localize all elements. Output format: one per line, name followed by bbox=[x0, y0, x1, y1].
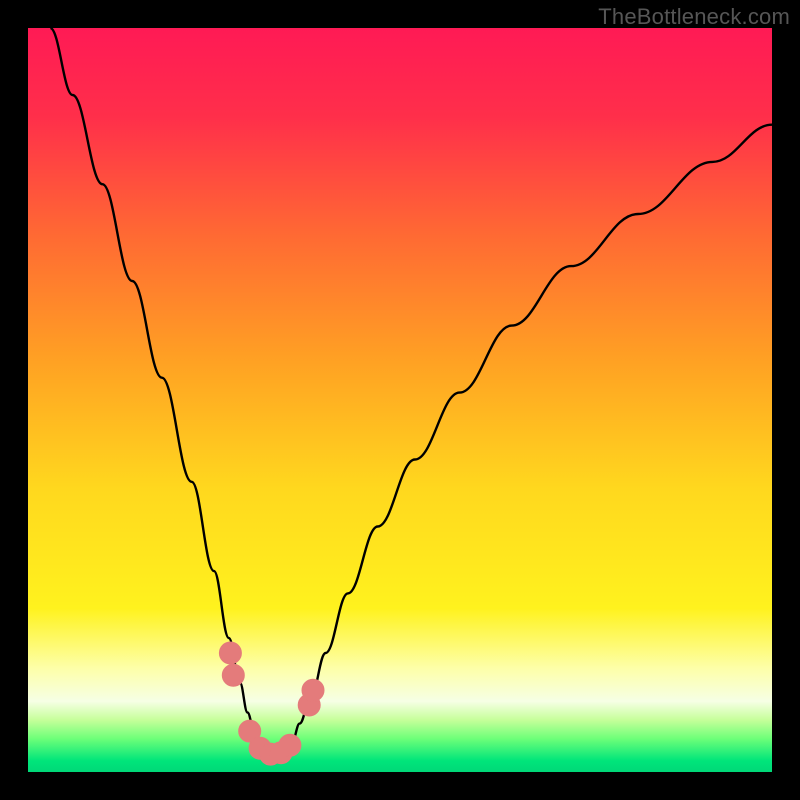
watermark-text: TheBottleneck.com bbox=[598, 4, 790, 30]
chart-frame: TheBottleneck.com bbox=[0, 0, 800, 800]
bottleneck-curve bbox=[50, 28, 772, 756]
highlight-dot bbox=[219, 642, 241, 664]
highlight-dot bbox=[222, 664, 244, 686]
highlight-dot bbox=[302, 679, 324, 701]
highlight-dot bbox=[279, 734, 301, 756]
plot-area bbox=[28, 28, 772, 772]
curve-layer bbox=[28, 28, 772, 772]
highlight-dots bbox=[219, 642, 324, 765]
